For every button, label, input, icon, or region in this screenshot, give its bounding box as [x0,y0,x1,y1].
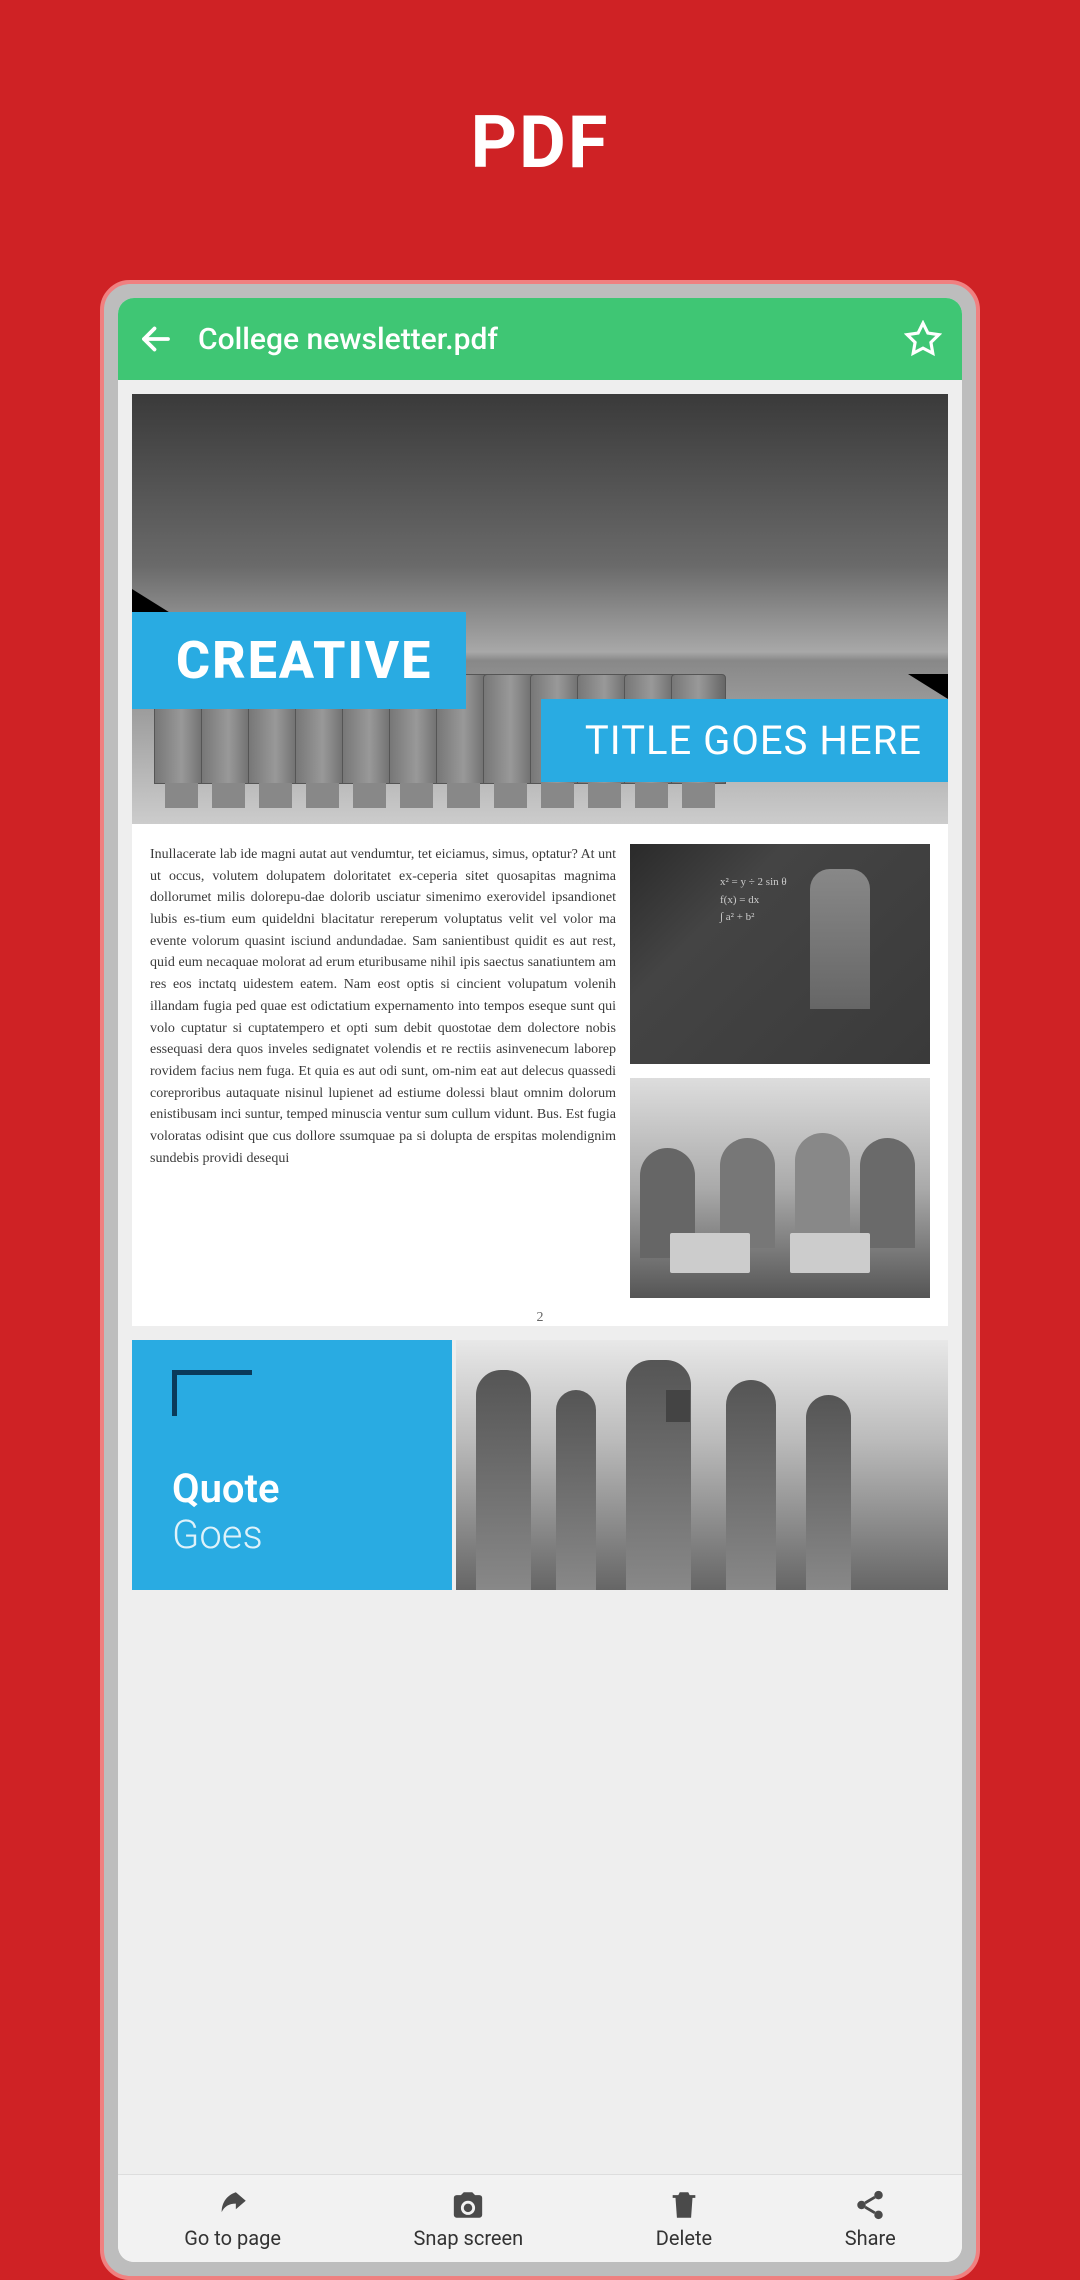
share-icon [853,2188,887,2222]
file-title: College newsletter.pdf [198,322,880,357]
trash-icon [667,2188,701,2222]
back-arrow-icon[interactable] [138,321,174,357]
quote-line-1: Quote [172,1465,280,1512]
banner-flag [666,1390,690,1422]
share-arrow-icon [216,2188,250,2222]
goto-page-label: Go to page [184,2226,281,2250]
teacher-figure [810,869,870,1009]
article-body-text: Inullacerate lab ide magni autat aut ven… [150,844,616,1298]
hero-image: CREATIVE TITLE GOES HERE [132,394,948,824]
decorative-wedge-left [132,589,172,614]
quote-block: Quote Goes [132,1340,452,1590]
campus-trees-image [456,1340,948,1590]
quote-text: Quote Goes [172,1466,422,1558]
share-button[interactable]: Share [845,2188,896,2250]
camera-icon [451,2188,485,2222]
hero-title-primary: CREATIVE [132,612,466,709]
side-image-classroom: x² = y ÷ 2 sin θ f(x) = dx ∫ a² + b² [630,844,930,1064]
app-bar: College newsletter.pdf [118,298,962,380]
pdf-page-1: CREATIVE TITLE GOES HERE Inullacerate la… [132,394,948,1326]
goto-page-button[interactable]: Go to page [184,2188,281,2250]
pdf-viewport[interactable]: CREATIVE TITLE GOES HERE Inullacerate la… [118,380,962,2174]
decorative-wedge-right [908,674,948,699]
pdf-page-2-top: Quote Goes [132,1340,948,1590]
delete-label: Delete [656,2226,712,2250]
device-frame: College newsletter.pdf CREATIVE [100,280,980,2280]
side-image-students [630,1078,930,1298]
snap-screen-label: Snap screen [414,2226,524,2250]
bottom-toolbar: Go to page Snap screen Delete Share [118,2174,962,2262]
app-window: College newsletter.pdf CREATIVE [118,298,962,2262]
delete-button[interactable]: Delete [656,2188,712,2250]
star-icon[interactable] [904,320,942,358]
share-label: Share [845,2226,896,2250]
page-number: 2 [132,1310,948,1326]
snap-screen-button[interactable]: Snap screen [414,2188,524,2250]
quote-corner-decoration [172,1370,252,1416]
quote-line-2: Goes [172,1511,263,1558]
hero-title-secondary: TITLE GOES HERE [541,699,948,782]
app-promo-title: PDF [0,100,1080,185]
